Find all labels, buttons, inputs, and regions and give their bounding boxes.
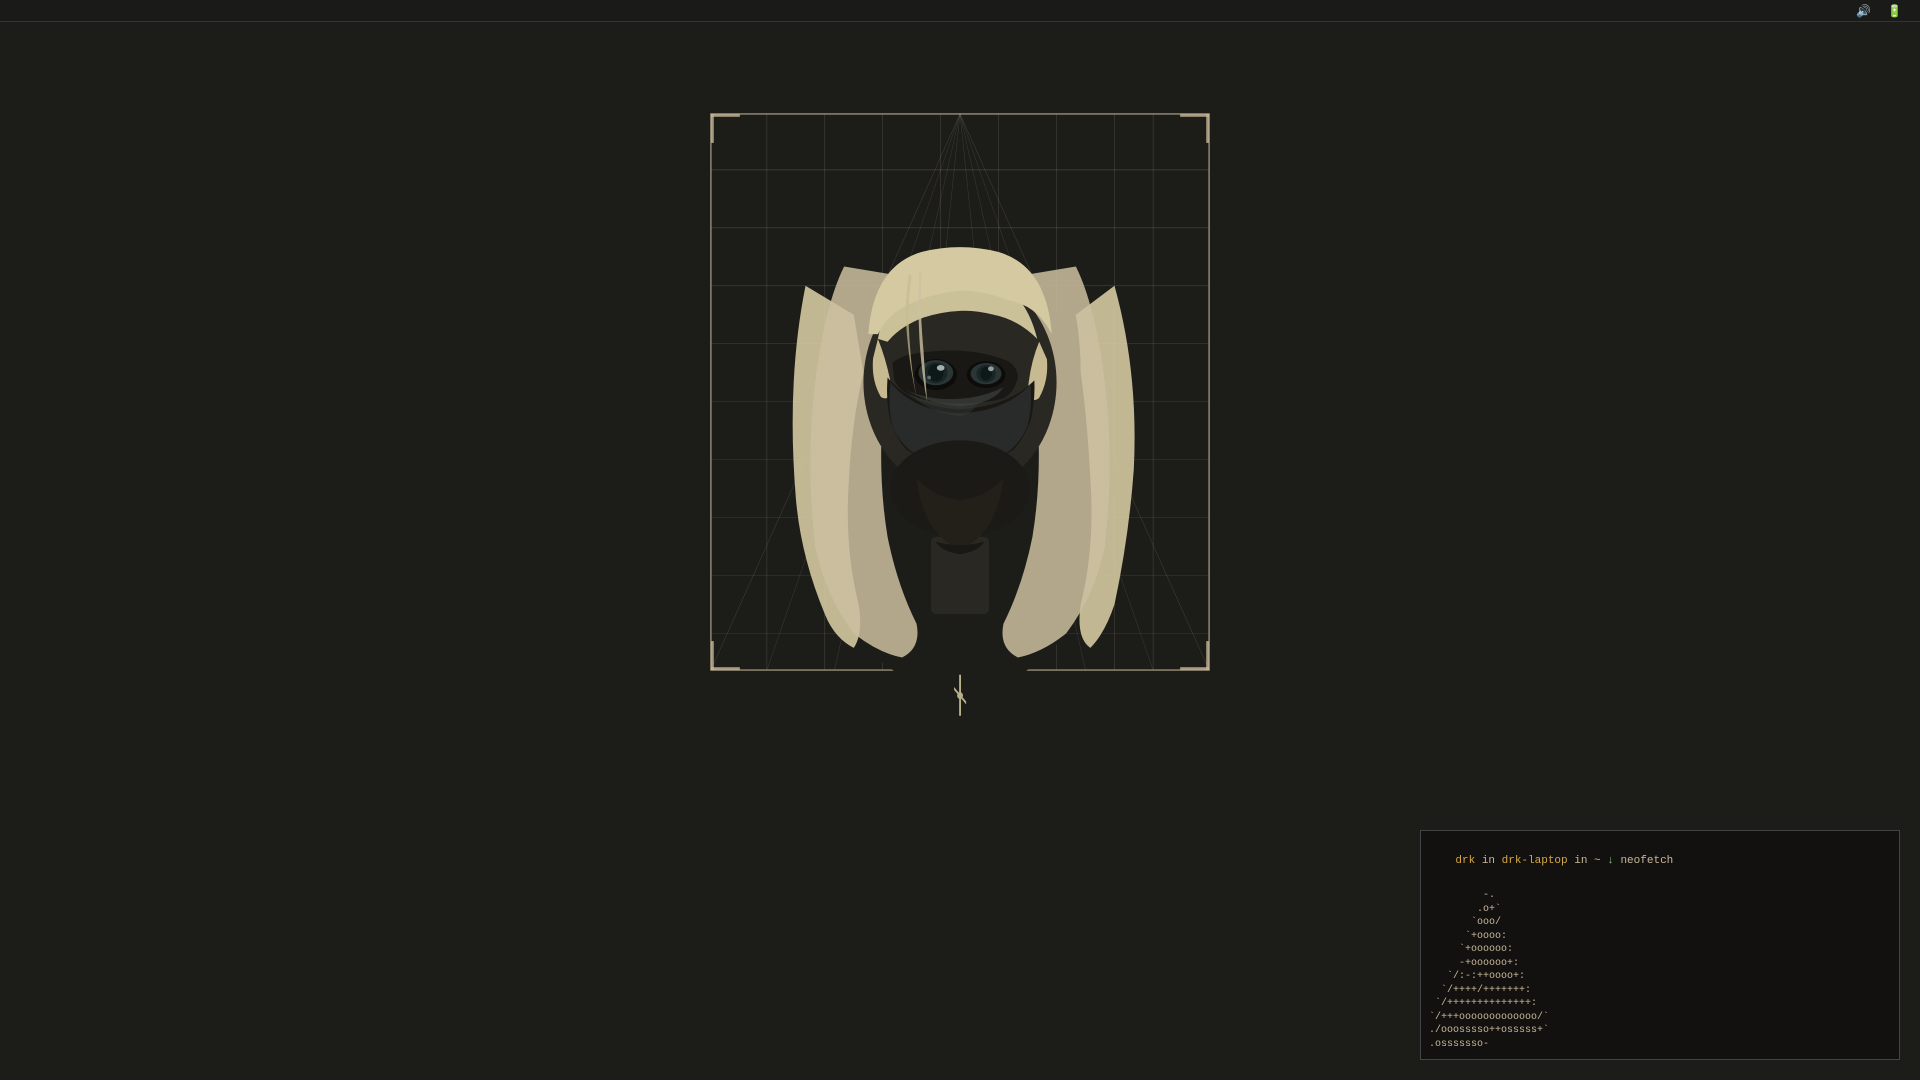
tab-game[interactable] <box>160 9 180 13</box>
tab-music[interactable] <box>40 9 60 13</box>
tab-chat[interactable] <box>60 9 80 13</box>
volume-icon: 🔊 <box>1856 4 1871 18</box>
topbar-right: 🔊 🔋 <box>1848 4 1920 18</box>
illustration-container: ᛀ <box>700 112 1220 672</box>
terminal-window: drk in drk-laptop in ~ ↓ neofetch -. .o+… <box>1420 830 1900 1060</box>
tab-work1[interactable] <box>120 9 140 13</box>
battery-icon: 🔋 <box>1887 4 1902 18</box>
tab-notes[interactable] <box>100 9 120 13</box>
logo-mark: ᛀ <box>946 668 974 722</box>
terminal-prompt1: drk in drk-laptop in ~ ↓ neofetch <box>1429 839 1891 885</box>
tab-web[interactable] <box>20 9 40 13</box>
topbar: 🔊 🔋 <box>0 0 1920 22</box>
tab-code[interactable] <box>0 9 20 13</box>
neofetch-ascii: -. .o+` `ooo/ `+oooo: `+oooooo: -+oooooo… <box>1429 889 1669 1051</box>
terminal-content: -. .o+` `ooo/ `+oooo: `+oooooo: -+oooooo… <box>1429 889 1891 1051</box>
tab-work2[interactable] <box>140 9 160 13</box>
tab-file[interactable] <box>80 9 100 13</box>
